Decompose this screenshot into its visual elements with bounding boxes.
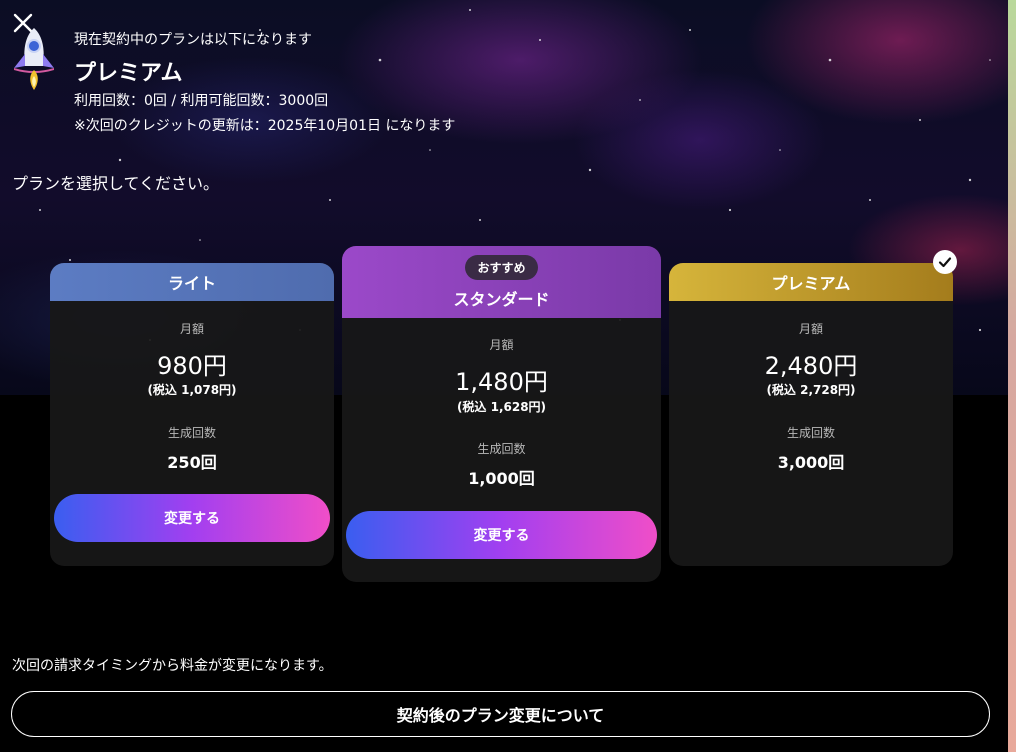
- price: 1,480円: [455, 368, 548, 396]
- plan-name: プレミアム: [669, 263, 953, 301]
- generation-count: 3,000回: [777, 453, 845, 472]
- plan-name: ライト: [50, 263, 334, 301]
- plan-change-info-button[interactable]: 契約後のプラン変更について: [11, 691, 990, 737]
- plan-card-standard: おすすめ スタンダード 月額 1,480円 (税込 1,628円) 生成回数 1…: [342, 246, 661, 582]
- window-edge-strip: [1008, 0, 1016, 752]
- price: 2,480円: [764, 352, 858, 380]
- plan-card-premium: プレミアム 月額 2,480円 (税込 2,728円) 生成回数 3,000回: [669, 263, 953, 566]
- renewal-note: ※次回のクレジットの更新は：2025年10月01日 になります: [74, 118, 456, 134]
- price-label: 月額: [798, 322, 823, 336]
- current-plan-intro: 現在契約中のプランは以下になります: [74, 32, 312, 48]
- price-tax: (税込 2,728円): [766, 383, 856, 397]
- plan-card-lite: ライト 月額 980円 (税込 1,078円) 生成回数 250回 変更する: [50, 263, 334, 566]
- plan-name: スタンダード: [453, 289, 550, 309]
- count-label: 生成回数: [786, 426, 835, 440]
- rocket-icon: [14, 28, 54, 90]
- check-icon: [933, 250, 957, 274]
- recommended-badge: おすすめ: [465, 254, 538, 280]
- change-button[interactable]: 変更する: [54, 494, 330, 542]
- price-tax: (税込 1,628円): [456, 400, 547, 414]
- change-button[interactable]: 変更する: [346, 511, 657, 559]
- current-plan-name: プレミアム: [74, 61, 183, 86]
- price-label: 月額: [489, 338, 514, 352]
- generation-count: 1,000回: [468, 469, 535, 488]
- select-plan-prompt: プランを選択してください。: [12, 174, 220, 193]
- count-label: 生成回数: [477, 442, 526, 456]
- usage-count: 利用回数：0回 / 利用可能回数：3000回: [74, 93, 329, 109]
- generation-count: 250回: [167, 453, 217, 472]
- count-label: 生成回数: [167, 426, 216, 440]
- price-label: 月額: [179, 322, 204, 336]
- price-tax: (税込 1,078円): [147, 383, 237, 397]
- billing-change-note: 次回の請求タイミングから料金が変更になります。: [12, 658, 333, 674]
- price: 980円: [157, 352, 227, 380]
- plan-header: おすすめ スタンダード: [342, 246, 661, 318]
